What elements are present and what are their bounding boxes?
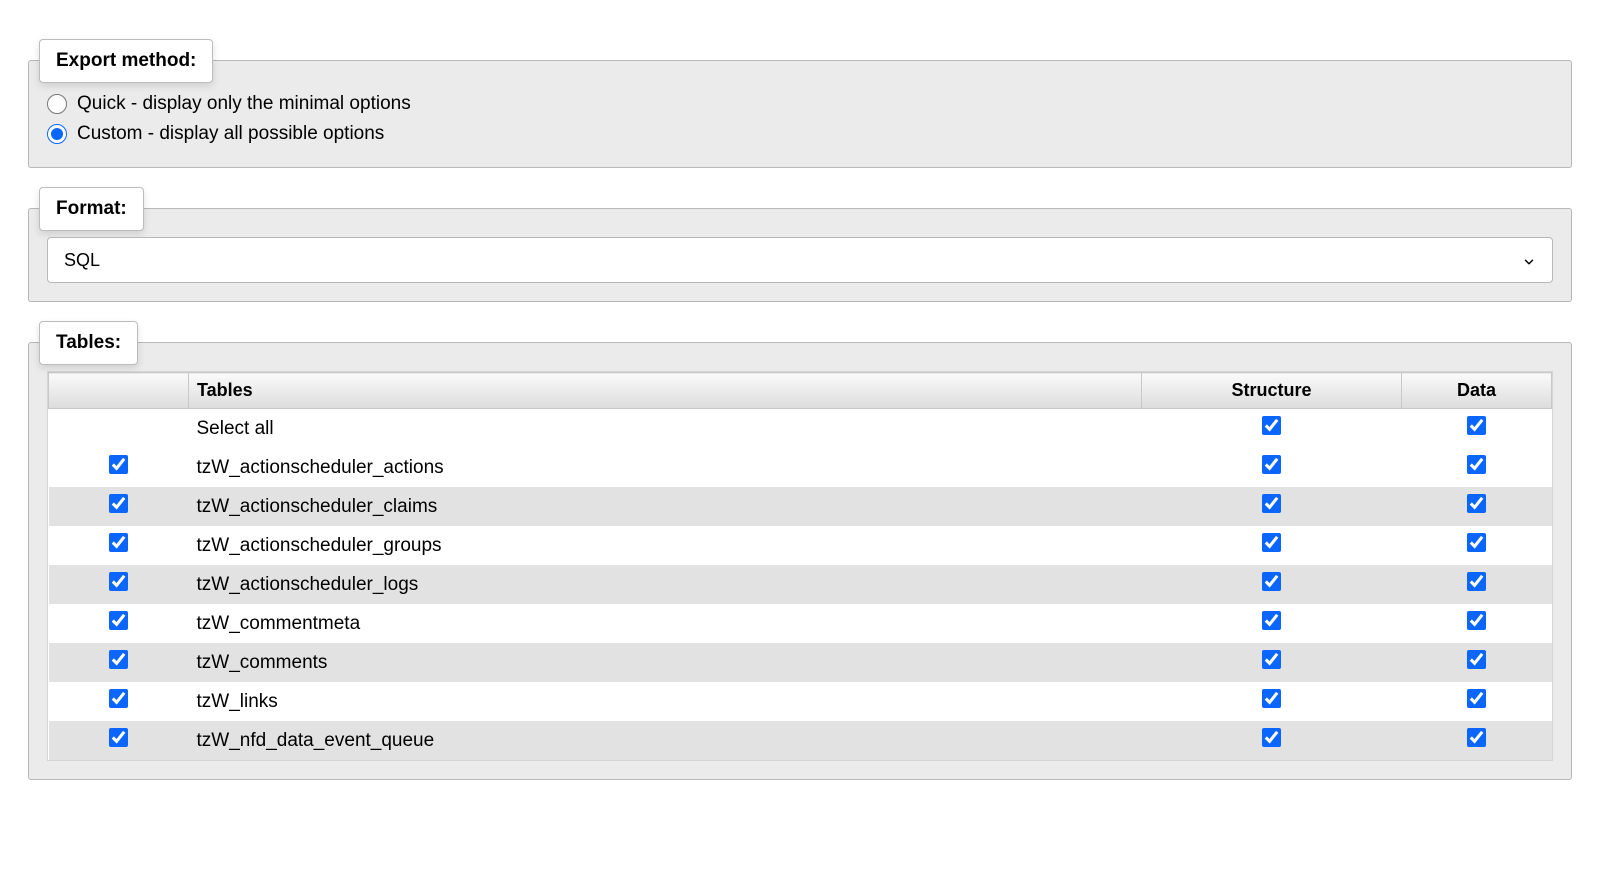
export-method-custom[interactable]: Custom - display all possible options bbox=[47, 119, 1553, 149]
table-structure-checkbox[interactable] bbox=[1262, 689, 1281, 708]
table-select-checkbox[interactable] bbox=[109, 572, 128, 591]
format-legend: Format: bbox=[39, 187, 144, 231]
table-name: tzW_actionscheduler_groups bbox=[189, 526, 1142, 565]
table-select-checkbox[interactable] bbox=[109, 689, 128, 708]
table-structure-checkbox[interactable] bbox=[1262, 650, 1281, 669]
table-name: tzW_actionscheduler_actions bbox=[189, 448, 1142, 487]
export-method-custom-radio[interactable] bbox=[47, 124, 67, 144]
table-structure-checkbox[interactable] bbox=[1262, 494, 1281, 513]
format-fieldset: Format: SQL bbox=[28, 208, 1572, 302]
table-select-checkbox[interactable] bbox=[109, 533, 128, 552]
table-select-checkbox[interactable] bbox=[109, 494, 128, 513]
select-all-structure-checkbox[interactable] bbox=[1262, 416, 1281, 435]
table-row: tzW_actionscheduler_claims bbox=[49, 487, 1552, 526]
export-method-legend: Export method: bbox=[39, 39, 213, 83]
tables-header-tables: Tables bbox=[189, 373, 1142, 409]
table-select-checkbox[interactable] bbox=[109, 728, 128, 747]
table-row: tzW_actionscheduler_actions bbox=[49, 448, 1552, 487]
tables-list: Tables Structure Data Select alltzW_acti… bbox=[47, 371, 1553, 761]
export-method-quick[interactable]: Quick - display only the minimal options bbox=[47, 89, 1553, 119]
select-all-data-checkbox[interactable] bbox=[1467, 416, 1486, 435]
table-row: tzW_comments bbox=[49, 643, 1552, 682]
table-row: tzW_actionscheduler_logs bbox=[49, 565, 1552, 604]
table-name: tzW_nfd_data_event_queue bbox=[189, 721, 1142, 760]
table-structure-checkbox[interactable] bbox=[1262, 572, 1281, 591]
export-method-custom-label: Custom - display all possible options bbox=[77, 123, 384, 145]
tables-fieldset: Tables: Tables Structure Data Select all… bbox=[28, 342, 1572, 780]
select-all-label[interactable]: Select all bbox=[189, 409, 1142, 449]
table-name: tzW_commentmeta bbox=[189, 604, 1142, 643]
table-data-checkbox[interactable] bbox=[1467, 611, 1486, 630]
table-select-checkbox[interactable] bbox=[109, 611, 128, 630]
table-data-checkbox[interactable] bbox=[1467, 533, 1486, 552]
tables-header-structure: Structure bbox=[1142, 373, 1402, 409]
table-structure-checkbox[interactable] bbox=[1262, 611, 1281, 630]
tables-header-blank bbox=[49, 373, 189, 409]
table-name: tzW_links bbox=[189, 682, 1142, 721]
table-name: tzW_actionscheduler_logs bbox=[189, 565, 1142, 604]
table-data-checkbox[interactable] bbox=[1467, 494, 1486, 513]
table-select-checkbox[interactable] bbox=[109, 455, 128, 474]
table-row: tzW_commentmeta bbox=[49, 604, 1552, 643]
table-data-checkbox[interactable] bbox=[1467, 689, 1486, 708]
table-structure-checkbox[interactable] bbox=[1262, 533, 1281, 552]
table-name: tzW_actionscheduler_claims bbox=[189, 487, 1142, 526]
export-method-quick-radio[interactable] bbox=[47, 94, 67, 114]
table-row-select-all: Select all bbox=[49, 409, 1552, 449]
table-data-checkbox[interactable] bbox=[1467, 650, 1486, 669]
table-data-checkbox[interactable] bbox=[1467, 572, 1486, 591]
table-structure-checkbox[interactable] bbox=[1262, 455, 1281, 474]
table-row: tzW_actionscheduler_groups bbox=[49, 526, 1552, 565]
tables-header-data: Data bbox=[1402, 373, 1552, 409]
table-data-checkbox[interactable] bbox=[1467, 455, 1486, 474]
format-select-value: SQL bbox=[64, 250, 1522, 271]
table-row: tzW_nfd_data_event_queue bbox=[49, 721, 1552, 760]
table-structure-checkbox[interactable] bbox=[1262, 728, 1281, 747]
chevron-down-icon bbox=[1522, 253, 1536, 267]
table-row: tzW_links bbox=[49, 682, 1552, 721]
tables-legend: Tables: bbox=[39, 321, 138, 365]
table-data-checkbox[interactable] bbox=[1467, 728, 1486, 747]
format-select[interactable]: SQL bbox=[47, 237, 1553, 283]
table-select-checkbox[interactable] bbox=[109, 650, 128, 669]
export-method-fieldset: Export method: Quick - display only the … bbox=[28, 60, 1572, 168]
table-name: tzW_comments bbox=[189, 643, 1142, 682]
export-method-quick-label: Quick - display only the minimal options bbox=[77, 93, 411, 115]
